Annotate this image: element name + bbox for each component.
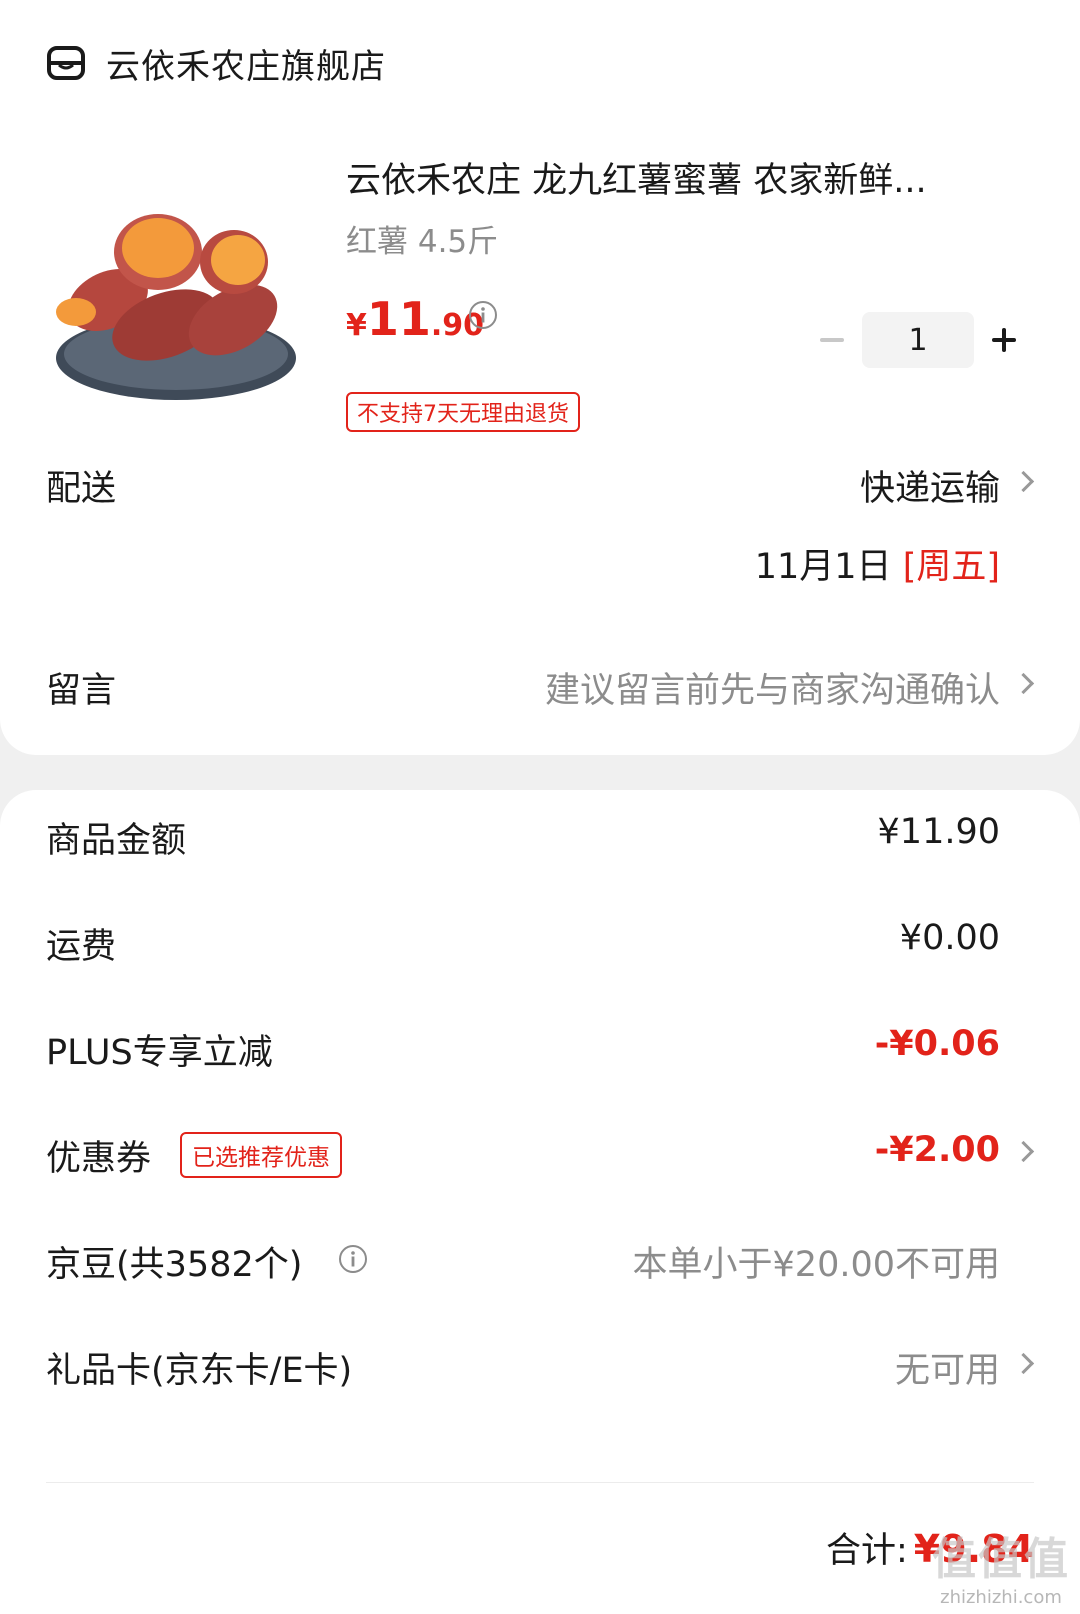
coupon-value[interactable]: -¥2.00 [875, 1130, 1000, 1170]
delivery-date[interactable]: 11月1日 [周五] [755, 538, 1000, 589]
delivery-weekday: [周五] [902, 547, 1000, 587]
delivery-date-text: 11月1日 [754, 547, 892, 587]
info-icon[interactable] [338, 1244, 368, 1274]
total-label: 合计: [826, 1531, 908, 1571]
goods-amount-label: 商品金额 [46, 821, 187, 861]
watermark-url: zhizhizhi.com [940, 1587, 1062, 1608]
shop-name: 云依禾农庄旗舰店 [106, 46, 386, 87]
product-spec[interactable]: 红薯 4.5斤 [346, 216, 498, 261]
delivery-method[interactable]: 快递运输 [860, 460, 1000, 511]
giftcard-value[interactable]: 无可用 [895, 1342, 1000, 1393]
jingdou-value: 本单小于¥20.00不可用 [632, 1245, 1000, 1285]
chevron-right-icon[interactable] [1012, 470, 1035, 493]
plus-discount-label: PLUS专享立减 [46, 1033, 273, 1073]
price-currency: ¥ [346, 308, 367, 343]
order-item-card: 云依禾农庄旗舰店 云依禾农庄 龙九红薯蜜薯 农家新鲜... 红薯 4.5斤 ¥ … [0, 0, 1080, 755]
message-input[interactable]: 建议留言前先与商家沟通确认 [545, 662, 1000, 713]
product-price: ¥ 11 .90 [346, 292, 484, 346]
quantity-decrease-button[interactable] [818, 326, 846, 354]
coupon-recommended-tag: 已选推荐优惠 [180, 1132, 342, 1178]
price-summary-card [0, 790, 1080, 1614]
quantity-increase-button[interactable] [990, 326, 1018, 354]
price-integer: 11 [366, 292, 431, 346]
shipping-label: 运费 [46, 927, 117, 967]
info-icon[interactable] [468, 300, 498, 330]
quantity-input[interactable]: 1 [862, 312, 974, 368]
watermark: 值值值 zhizhizhi.com [932, 1523, 1070, 1608]
chevron-right-icon[interactable] [1012, 672, 1035, 695]
plus-discount-value: -¥0.06 [874, 1024, 1000, 1064]
jingdou-label: 京豆(共3582个) [46, 1245, 303, 1285]
delivery-label: 配送 [46, 469, 117, 509]
goods-amount-value: ¥11.90 [877, 812, 1000, 852]
coupon-label: 优惠券 [46, 1139, 152, 1179]
store-icon [47, 46, 85, 80]
giftcard-label: 礼品卡(京东卡/E卡) [46, 1351, 353, 1391]
shipping-value: ¥0.00 [899, 918, 1000, 958]
message-label: 留言 [46, 671, 117, 711]
return-policy-tag: 不支持7天无理由退货 [346, 392, 580, 432]
sweet-potato-image[interactable] [48, 190, 308, 410]
divider [46, 1482, 1034, 1483]
watermark-logo: 值值值 [932, 1534, 1070, 1585]
shop-header[interactable]: 云依禾农庄旗舰店 [46, 38, 386, 88]
product-title[interactable]: 云依禾农庄 龙九红薯蜜薯 农家新鲜... [346, 152, 1016, 203]
